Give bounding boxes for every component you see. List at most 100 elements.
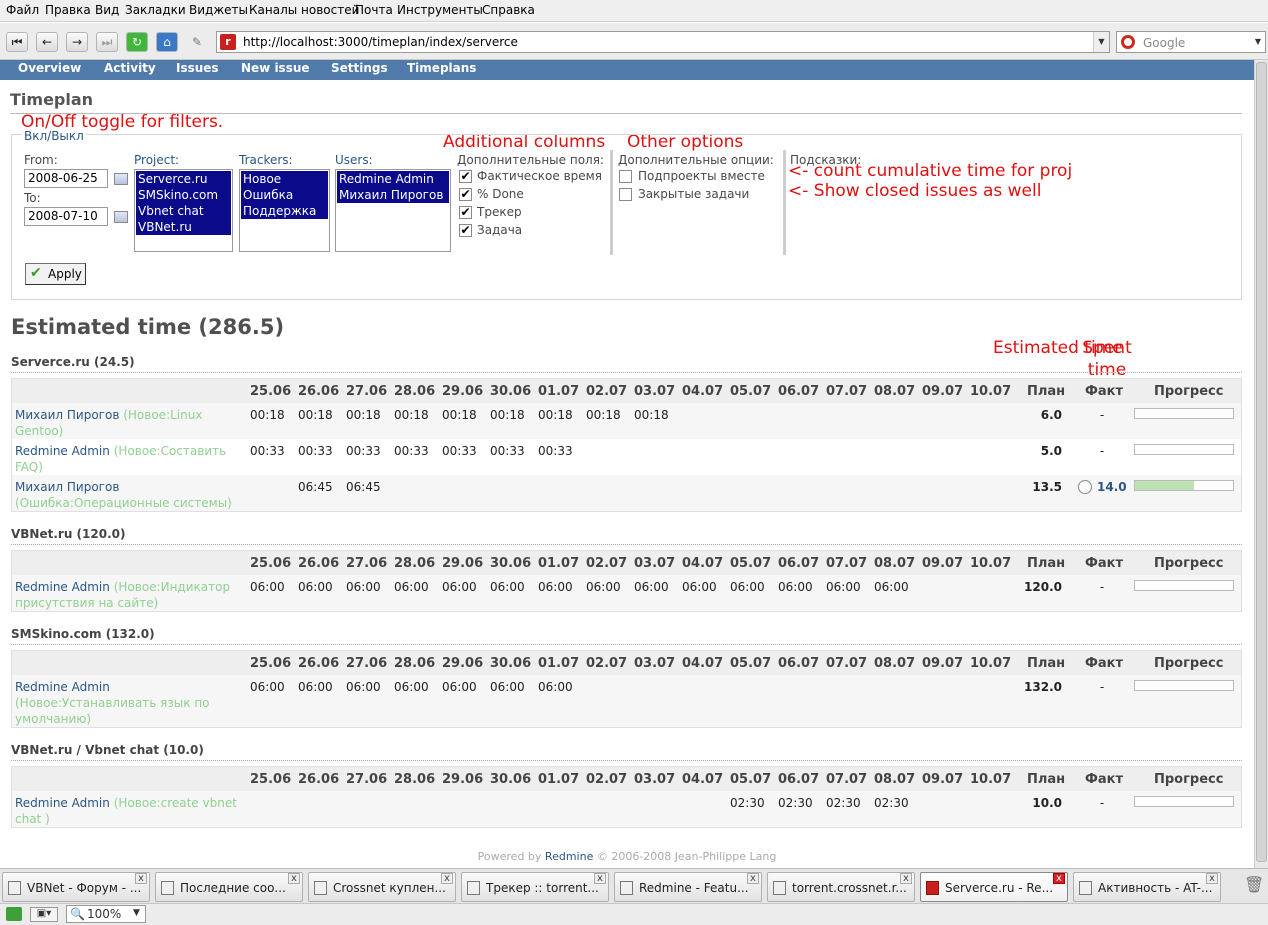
search-box[interactable]: Google ▼: [1116, 31, 1266, 53]
close-icon[interactable]: x: [594, 873, 606, 884]
forward-icon[interactable]: →: [66, 32, 88, 52]
close-icon[interactable]: x: [1053, 873, 1065, 884]
day-hours-cell: 00:33: [442, 444, 477, 458]
footer-copyright: © 2006-2008 Jean-Philippe Lang: [596, 850, 777, 863]
menu-widgets[interactable]: Виджеты: [189, 3, 248, 17]
task-checkbox[interactable]: [459, 224, 472, 237]
project-option[interactable]: Serverce.ru: [136, 171, 231, 187]
fact-value: -: [1099, 444, 1105, 458]
issue-link[interactable]: (Новое:Устанавливать язык по умолчанию): [15, 696, 210, 726]
apply-button[interactable]: ✔ Apply: [25, 263, 86, 285]
tracker-option[interactable]: Поддержка: [241, 203, 328, 219]
project-option[interactable]: Vbnet chat: [136, 203, 231, 219]
timeplan-table: 25.06 26.06 27.06 28.06 29.06 30.06 01.07 02.07…: [11, 650, 1242, 728]
zoom-dropdown-icon[interactable]: ▼: [133, 908, 140, 918]
vertical-scrollbar[interactable]: [1254, 60, 1268, 868]
estimated-time-title: Estimated time (286.5): [11, 315, 285, 339]
actual-time-checkbox[interactable]: [459, 170, 472, 183]
day-header: 09.07: [922, 656, 964, 671]
footer-redmine-link[interactable]: Redmine: [545, 850, 593, 863]
taskbar-item[interactable]: torrent.crossnet.r... x: [767, 872, 915, 902]
search-dropdown-icon[interactable]: ▼: [1251, 32, 1265, 52]
address-input[interactable]: http://localhost:3000/timeplan/index/ser…: [243, 35, 518, 49]
project-select[interactable]: Serverce.ru SMSkino.com Vbnet chat VBNet…: [134, 169, 233, 252]
trackers-select[interactable]: Новое Ошибка Поддержка: [239, 169, 330, 252]
filters-toggle-link[interactable]: Вкл/Выкл: [22, 129, 86, 143]
subprojects-checkbox[interactable]: [619, 170, 632, 183]
menu-edit[interactable]: Правка: [45, 3, 91, 17]
from-date-input[interactable]: 2008-06-25: [24, 169, 108, 188]
taskbar-item[interactable]: Трекер :: torrent... x: [461, 872, 609, 902]
taskbar-item[interactable]: Crossnet куплен... x: [308, 872, 456, 902]
user-link[interactable]: Redmine Admin: [15, 444, 110, 458]
fast-forward-icon[interactable]: ⏭: [96, 32, 118, 52]
menu-feeds[interactable]: Каналы новостей: [249, 3, 359, 17]
calendar-icon[interactable]: [114, 211, 128, 223]
taskbar-item[interactable]: Активность - AT-... x: [1073, 872, 1221, 902]
row-user-cell: Михаил Пирогов (Ошибка:Операционные сист…: [15, 479, 241, 511]
taskbar-item[interactable]: Redmine - Featu... x: [614, 872, 762, 902]
user-option[interactable]: Redmine Admin: [337, 171, 449, 187]
to-date-input[interactable]: 2008-07-10: [24, 207, 108, 226]
close-icon[interactable]: x: [747, 873, 759, 884]
taskbar-item[interactable]: Последние соо... x: [155, 872, 303, 902]
menu-mail[interactable]: Почта: [355, 3, 393, 17]
menu-help[interactable]: Справка: [482, 3, 535, 17]
taskbar-item[interactable]: VBNet - Форум - ... x: [2, 872, 150, 902]
menu-bookmarks[interactable]: Закладки: [125, 3, 186, 17]
user-link[interactable]: Михаил Пирогов: [15, 408, 119, 422]
issue-link[interactable]: (Ошибка:Операционные системы): [15, 496, 232, 510]
user-link[interactable]: Redmine Admin: [15, 580, 110, 594]
tab-timeplans[interactable]: Timeplans: [407, 61, 476, 75]
address-bar[interactable]: r http://localhost:3000/timeplan/index/s…: [216, 31, 1110, 53]
tab-settings[interactable]: Settings: [331, 61, 388, 75]
tab-issues[interactable]: Issues: [176, 61, 219, 75]
day-hours-cell: 02:30: [874, 796, 909, 810]
tab-overview[interactable]: Overview: [18, 61, 81, 75]
menu-view[interactable]: Вид: [95, 3, 119, 17]
tracker-checkbox[interactable]: [459, 206, 472, 219]
rewind-icon[interactable]: ⏮: [6, 32, 28, 52]
close-icon[interactable]: x: [288, 873, 300, 884]
day-hours-cell: 06:00: [346, 680, 381, 694]
close-icon[interactable]: x: [900, 873, 912, 884]
day-header: 10.07: [970, 772, 1012, 787]
edit-icon[interactable]: ✎: [186, 32, 208, 52]
users-select[interactable]: Redmine Admin Михаил Пирогов: [335, 169, 451, 252]
search-engine-icon[interactable]: [1121, 35, 1135, 49]
day-header: 26.06: [298, 556, 340, 571]
search-input[interactable]: Google: [1143, 36, 1185, 50]
close-icon[interactable]: x: [1206, 873, 1218, 884]
close-icon[interactable]: x: [441, 873, 453, 884]
day-header: 26.06: [298, 772, 340, 787]
taskbar-item-active[interactable]: Serverce.ru - Re... x: [920, 872, 1068, 902]
camera-icon[interactable]: ▣▾: [30, 907, 58, 922]
scrollbar-thumb[interactable]: [1256, 62, 1267, 862]
calendar-icon[interactable]: [114, 173, 128, 185]
user-link[interactable]: Redmine Admin: [15, 680, 110, 694]
trash-icon[interactable]: 🗑: [1244, 875, 1264, 894]
zoom-control[interactable]: 🔍 100% ▼: [66, 905, 146, 923]
day-header: 06.07: [778, 772, 820, 787]
home-icon[interactable]: ⌂: [156, 32, 178, 52]
user-link[interactable]: Михаил Пирогов: [15, 480, 119, 494]
address-dropdown-icon[interactable]: ▼: [1093, 32, 1109, 52]
menu-tools[interactable]: Инструменты: [397, 3, 483, 17]
reload-icon[interactable]: ↻: [126, 32, 148, 52]
annotation-estimated: Estimated time: [993, 337, 1123, 359]
back-icon[interactable]: ←: [36, 32, 58, 52]
closed-issues-checkbox[interactable]: [619, 188, 632, 201]
project-option[interactable]: VBNet.ru: [136, 219, 231, 235]
tracker-option[interactable]: Новое: [241, 171, 328, 187]
panel-icon[interactable]: [6, 907, 22, 921]
close-icon[interactable]: x: [135, 873, 147, 884]
menu-file[interactable]: Файл: [6, 3, 39, 17]
tab-new-issue[interactable]: New issue: [241, 61, 310, 75]
tab-activity[interactable]: Activity: [104, 61, 156, 75]
user-link[interactable]: Redmine Admin: [15, 796, 110, 810]
project-option[interactable]: SMSkino.com: [136, 187, 231, 203]
row-user-cell: Redmine Admin (Новое:Составить FAQ): [15, 443, 241, 475]
tracker-option[interactable]: Ошибка: [241, 187, 328, 203]
user-option[interactable]: Михаил Пирогов: [337, 187, 449, 203]
done-percent-checkbox[interactable]: [459, 188, 472, 201]
